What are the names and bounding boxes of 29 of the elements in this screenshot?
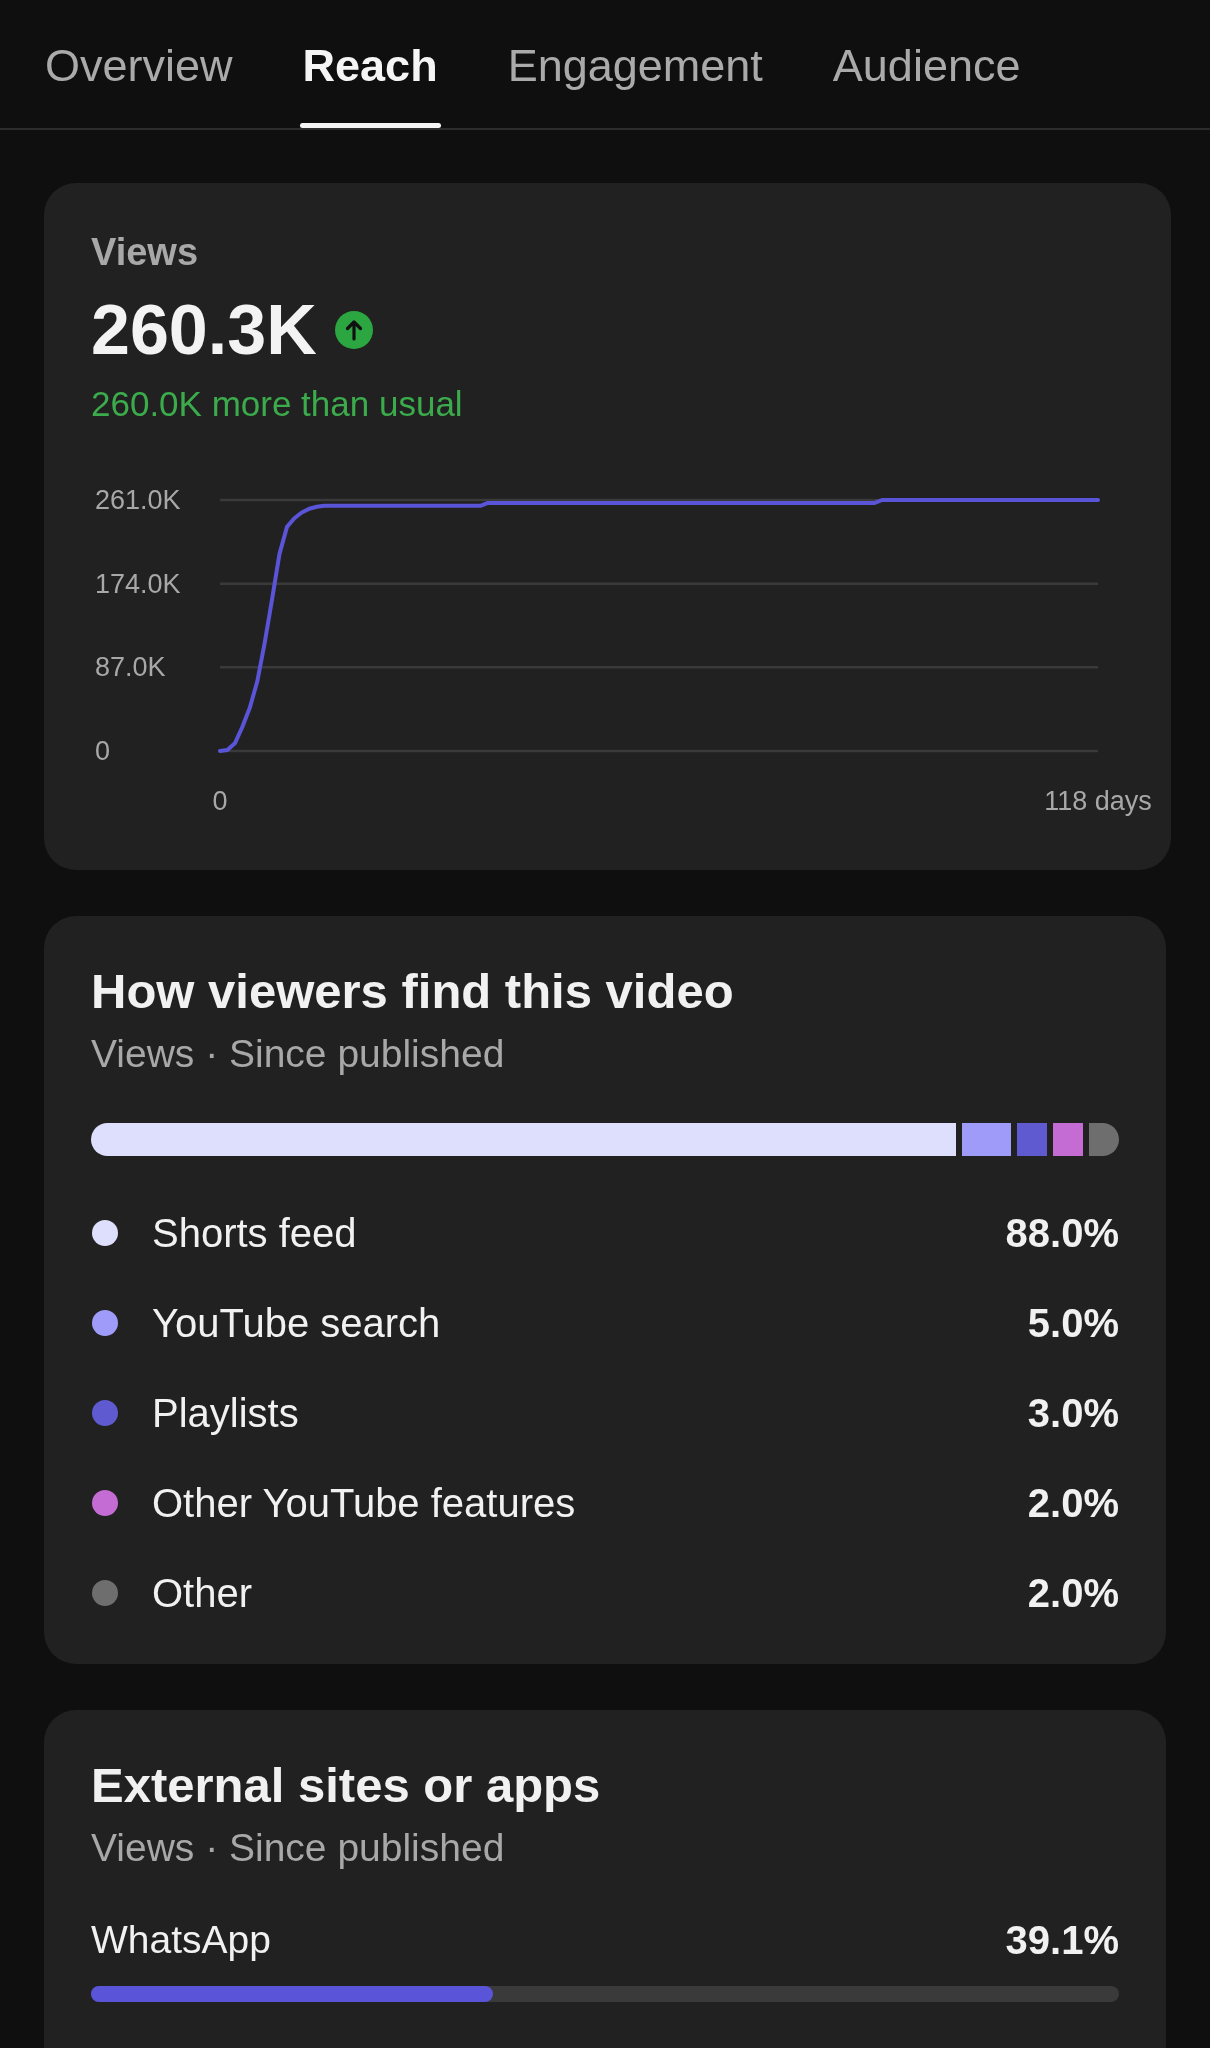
card-subtitle: Views · Since published: [91, 1826, 506, 1870]
card-title: External sites or apps: [91, 1758, 602, 1813]
tab[interactable]: Overview: [42, 0, 236, 128]
tab[interactable]: Reach: [299, 0, 441, 128]
source-label: Shorts feed: [152, 1210, 357, 1256]
source-label: YouTube search: [152, 1300, 441, 1346]
x-axis-label: 118 days: [1044, 786, 1152, 816]
comparison-text: 260.0K more than usual: [91, 384, 464, 424]
source-label: Playlists: [152, 1390, 299, 1436]
site-percent: 39.1%: [1005, 1917, 1119, 1963]
metric-label: Views: [91, 230, 200, 274]
card-title: How viewers find this video: [91, 964, 735, 1019]
source-label: Other: [152, 1570, 253, 1616]
source-label: Other YouTube features: [152, 1480, 576, 1526]
x-axis-label: 0: [212, 786, 228, 816]
card-subtitle: Views · Since published: [91, 1032, 506, 1076]
y-axis-label: 174.0K: [95, 568, 181, 599]
y-axis-label: 87.0K: [95, 652, 166, 683]
source-percent: 3.0%: [1027, 1390, 1119, 1436]
y-axis-label: 261.0K: [95, 485, 181, 515]
site-label: WhatsApp: [91, 1917, 271, 1963]
source-percent: 2.0%: [1027, 1570, 1119, 1616]
metric-value: 260.3K: [91, 292, 317, 368]
source-percent: 88.0%: [1005, 1210, 1119, 1256]
source-percent: 5.0%: [1027, 1300, 1119, 1346]
y-axis-label: 0: [95, 736, 111, 766]
tab[interactable]: Audience: [829, 0, 1024, 128]
source-percent: 2.0%: [1027, 1480, 1119, 1526]
tab[interactable]: Engagement: [504, 0, 766, 128]
